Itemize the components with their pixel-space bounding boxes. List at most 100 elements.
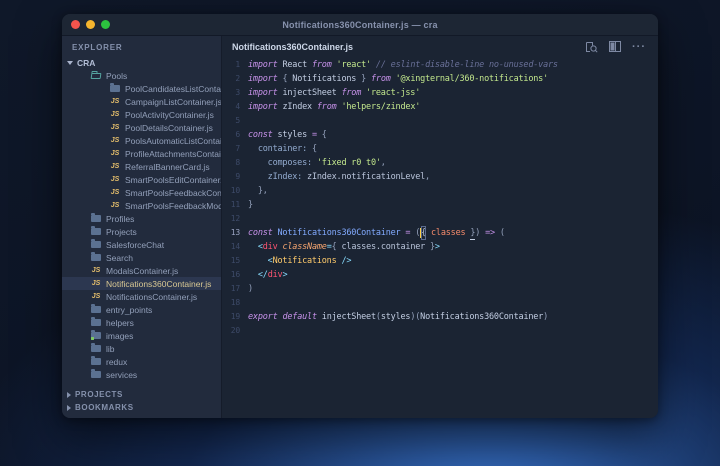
folder-pools[interactable]: Pools	[62, 69, 221, 82]
item-label: ModalsContainer.js	[106, 265, 179, 276]
code-token: import	[248, 74, 278, 84]
split-editor-icon[interactable]	[609, 41, 621, 52]
js-file-icon: JS	[110, 176, 120, 183]
explorer-header: EXPLORER	[72, 43, 123, 52]
code-token: injectSheet	[321, 312, 376, 322]
code-token: ,	[380, 158, 386, 168]
code-token: </	[257, 270, 268, 280]
file-smartpoolsfeedbackmoda-[interactable]: JS SmartPoolsFeedbackModa…	[62, 199, 221, 212]
section-projects[interactable]: PROJECTS	[62, 388, 221, 401]
code-line[interactable]: 14 < div className ={ classes.container } >	[222, 240, 658, 254]
folder-lib[interactable]: lib	[62, 342, 221, 355]
file-pooldetailscontainer-js[interactable]: JS PoolDetailsContainer.js	[62, 121, 221, 134]
item-label: Profiles	[106, 213, 135, 224]
code-token: {	[321, 130, 327, 140]
code-token: zIndex:	[267, 172, 303, 182]
file-modalscontainer-js[interactable]: JS ModalsContainer.js	[62, 264, 221, 277]
folder-services[interactable]: services	[62, 368, 221, 381]
code-line[interactable]: 9 zIndex: zIndex.notificationLevel,	[222, 170, 658, 184]
folder-redux[interactable]: redux	[62, 355, 221, 368]
folder-salesforcechat[interactable]: SalesforceChat	[62, 238, 221, 251]
tab-notifications360container[interactable]: Notifications360Container.js	[222, 42, 363, 52]
file-smartpoolseditcontainer-js[interactable]: JS SmartPoolsEditContainer.js	[62, 173, 221, 186]
folder-projects[interactable]: Projects	[62, 225, 221, 238]
close-window-button[interactable]	[71, 20, 80, 29]
code-line[interactable]: 6 const styles = {	[222, 128, 658, 142]
code-token: zIndex.notificationLevel	[302, 172, 426, 182]
code-line[interactable]: 7 container: {	[222, 142, 658, 156]
code-line[interactable]: 12	[222, 212, 658, 226]
code-token: Notifications	[292, 74, 357, 84]
code-token: classes.container	[336, 242, 430, 252]
code-token: div	[267, 270, 283, 280]
file-poolactivitycontainer-js[interactable]: JS PoolActivityContainer.js	[62, 108, 221, 121]
file-profileattachmentscontain-[interactable]: JS ProfileAttachmentsContain…	[62, 147, 221, 160]
item-label: entry_points	[106, 304, 153, 315]
code-token: >	[282, 270, 288, 280]
item-label: CampaignListContainer.js	[125, 96, 221, 107]
open-preview-icon[interactable]	[585, 41, 598, 53]
file-poolsautomaticlistcontain-[interactable]: JS PoolsAutomaticListContain…	[62, 134, 221, 147]
folder-icon	[90, 252, 102, 261]
code-line[interactable]: 15 < Notifications />	[222, 254, 658, 268]
code-token: =	[400, 228, 416, 238]
code-line[interactable]: 17)	[222, 282, 658, 296]
editor-window: Notifications360Container.js — cra EXPLO…	[62, 14, 658, 418]
line-number: 18	[230, 298, 240, 307]
file-tree: Pools PoolCandidatesListContain… JS Campaig…	[62, 69, 221, 381]
file-notifications360container-js[interactable]: JS Notifications360Container.js	[62, 277, 221, 290]
code-line[interactable]: 18	[222, 296, 658, 310]
code-token: )	[543, 312, 549, 322]
code-area[interactable]: 1 import React from 'react' // eslint-dis…	[222, 57, 658, 418]
sidebar-sections: PROJECTS BOOKMARKS	[62, 388, 221, 418]
code-line[interactable]: 8 composes: 'fixed r0 t0',	[222, 156, 658, 170]
file-referralbannercard-js[interactable]: JS ReferralBannerCard.js	[62, 160, 221, 173]
item-label: redux	[106, 356, 128, 367]
code-token: '@xingternal/360-notifications'	[395, 74, 549, 84]
code-token: from	[341, 88, 362, 98]
folder-icon	[90, 304, 102, 313]
code-line[interactable]: 16 </div >	[222, 268, 658, 282]
folder-poolcandidateslistcontain-[interactable]: PoolCandidatesListContain…	[62, 82, 221, 95]
item-label: SmartPoolsFeedbackConta…	[125, 187, 221, 198]
code-token: classes	[430, 228, 466, 238]
window-titlebar[interactable]: Notifications360Container.js — cra	[62, 14, 658, 36]
zoom-window-button[interactable]	[101, 20, 110, 29]
item-label: SalesforceChat	[106, 239, 165, 250]
code-line[interactable]: 10 },	[222, 184, 658, 198]
chevron-right-icon	[67, 391, 71, 398]
code-token: className	[282, 242, 327, 252]
folder-helpers[interactable]: helpers	[62, 316, 221, 329]
code-token: (	[499, 228, 505, 238]
code-token: 'helpers/zindex'	[341, 102, 421, 112]
code-line[interactable]: 11}	[222, 198, 658, 212]
code-line[interactable]: 2 import { Notifications } from '@xingter…	[222, 72, 658, 86]
folder-icon	[109, 83, 121, 92]
code-line[interactable]: 20	[222, 324, 658, 338]
folder-images[interactable]: images	[62, 329, 221, 342]
folder-search[interactable]: Search	[62, 251, 221, 264]
more-actions-icon[interactable]: ···	[632, 41, 646, 52]
folder-entry-points[interactable]: entry_points	[62, 303, 221, 316]
section-bookmarks[interactable]: BOOKMARKS	[62, 401, 221, 414]
code-token: styles	[380, 312, 411, 322]
item-label: images	[106, 330, 134, 341]
code-line[interactable]: 19 export default injectSheet(styles)(Not…	[222, 310, 658, 324]
code-token: const	[248, 130, 273, 140]
code-line[interactable]: 1 import React from 'react' // eslint-dis…	[222, 58, 658, 72]
sidebar-root-cra[interactable]: CRA	[62, 56, 221, 69]
file-notificationscontainer-js[interactable]: JS NotificationsContainer.js	[62, 290, 221, 303]
code-line[interactable]: 4 import zIndex from 'helpers/zindex'	[222, 100, 658, 114]
code-line[interactable]: 13 const Notifications360Container = ({ c…	[222, 226, 658, 240]
minimize-window-button[interactable]	[86, 20, 95, 29]
code-line[interactable]: 5	[222, 114, 658, 128]
folder-profiles[interactable]: Profiles	[62, 212, 221, 225]
code-line[interactable]: 3 import injectSheet from 'react-jss'	[222, 86, 658, 100]
chevron-down-icon	[67, 60, 73, 65]
file-campaignlistcontainer-js[interactable]: JS CampaignListContainer.js	[62, 95, 221, 108]
line-number: 4	[235, 102, 240, 111]
code-token: const	[248, 228, 273, 238]
file-smartpoolsfeedbackconta-[interactable]: JS SmartPoolsFeedbackConta…	[62, 186, 221, 199]
